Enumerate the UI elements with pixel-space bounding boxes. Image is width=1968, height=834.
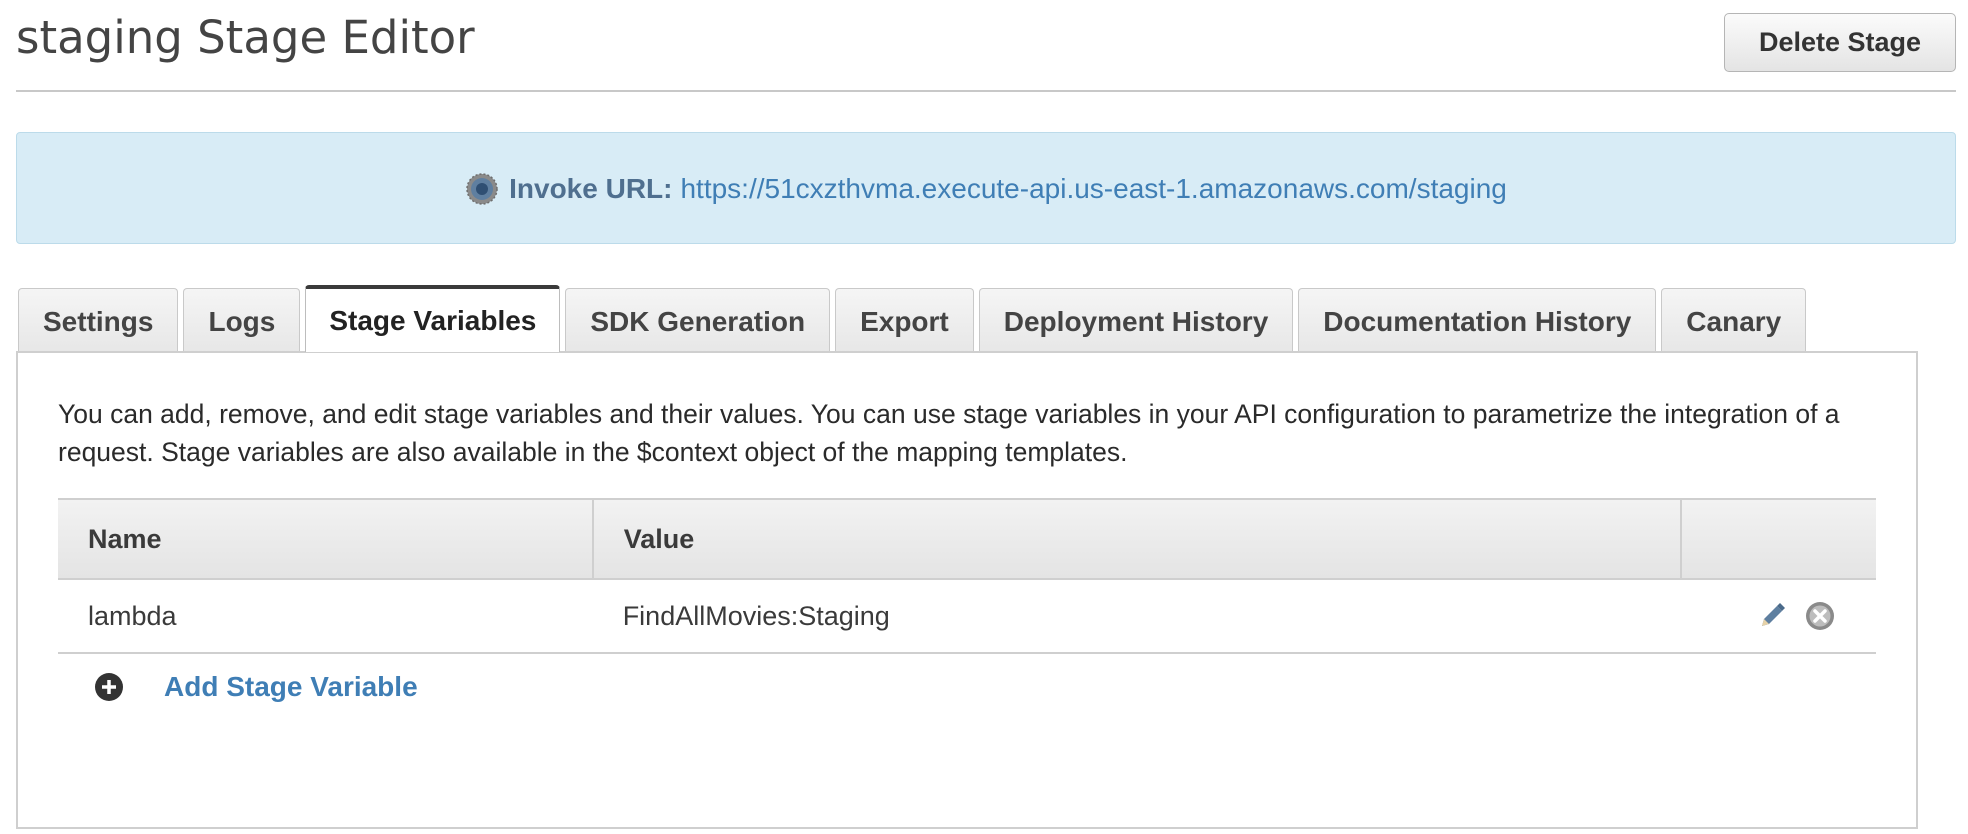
tab-documentation-history[interactable]: Documentation History — [1298, 288, 1657, 352]
tab-sdk-generation[interactable]: SDK Generation — [565, 288, 831, 352]
variable-name-cell: lambda — [58, 579, 593, 654]
stage-variables-table: Name Value lambda FindAllMovies:Staging — [58, 498, 1876, 654]
delete-stage-button[interactable]: Delete Stage — [1724, 13, 1956, 72]
table-header-row: Name Value — [58, 498, 1876, 580]
stage-variables-panel: You can add, remove, and edit stage vari… — [16, 351, 1918, 829]
tab-settings[interactable]: Settings — [18, 288, 179, 352]
add-stage-variable-label: Add Stage Variable — [164, 671, 418, 702]
tab-logs[interactable]: Logs — [183, 288, 301, 352]
tab-canary[interactable]: Canary — [1661, 288, 1807, 352]
stage-tabs: Settings Logs Stage Variables SDK Genera… — [18, 285, 1807, 352]
panel-description: You can add, remove, and edit stage vari… — [58, 399, 1840, 467]
tab-stage-variables[interactable]: Stage Variables — [305, 285, 561, 352]
invoke-url-link[interactable]: https://51cxzthvma.execute-api.us-east-1… — [680, 173, 1506, 205]
column-header-actions — [1680, 498, 1876, 580]
table-row: lambda FindAllMovies:Staging — [58, 579, 1876, 654]
remove-icon[interactable] — [1804, 600, 1836, 632]
variable-value-cell: FindAllMovies:Staging — [592, 579, 1682, 654]
plus-circle-icon — [94, 672, 124, 702]
tab-export[interactable]: Export — [835, 288, 974, 352]
column-header-value: Value — [591, 498, 1682, 580]
pencil-icon[interactable] — [1756, 600, 1788, 632]
tab-deployment-history[interactable]: Deployment History — [978, 288, 1294, 352]
row-actions-cell — [1681, 579, 1876, 654]
invoke-url-banner: Invoke URL: https://51cxzthvma.execute-a… — [16, 132, 1956, 244]
globe-icon — [465, 172, 499, 206]
page-title: staging Stage Editor — [16, 11, 475, 64]
add-stage-variable-button[interactable]: Add Stage Variable — [94, 671, 418, 703]
header-divider — [16, 90, 1956, 92]
invoke-url-label: Invoke URL: — [509, 173, 673, 204]
column-header-name: Name — [58, 498, 593, 580]
